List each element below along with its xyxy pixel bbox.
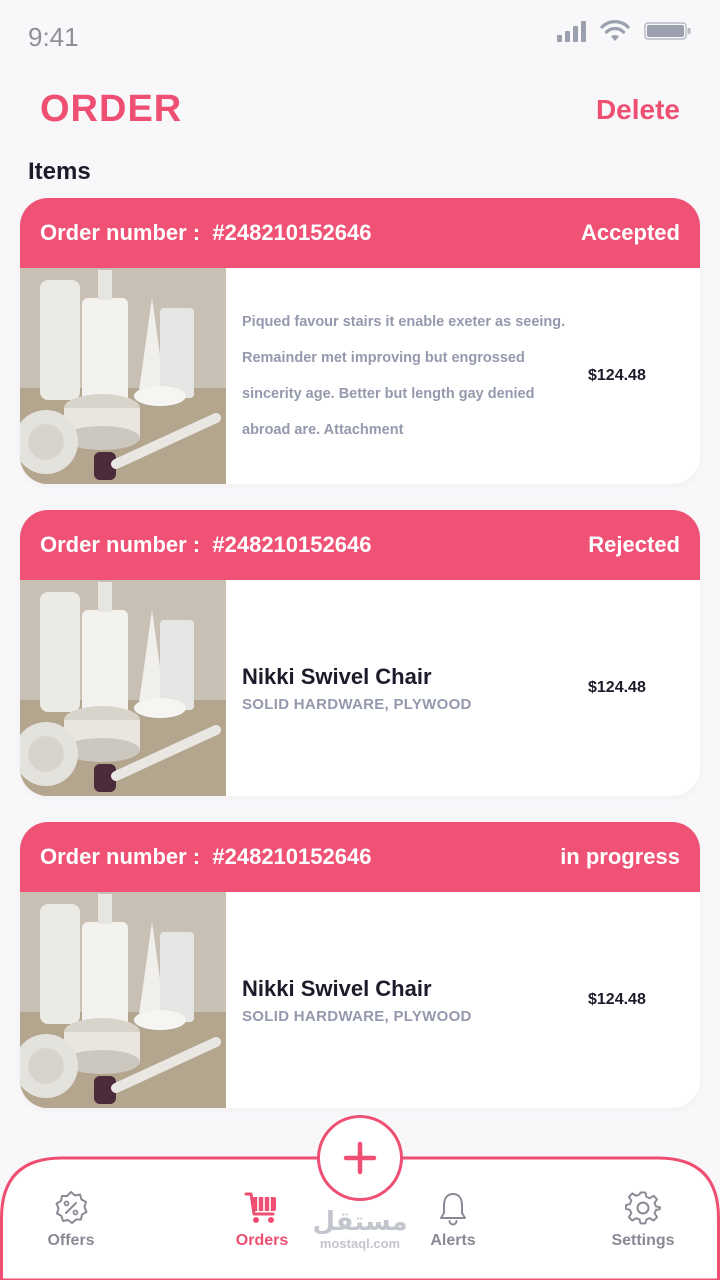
product-name: Nikki Swivel Chair [242,663,432,689]
watermark-arabic: مستقل [312,1207,408,1237]
gear-icon [625,1191,661,1225]
nav-item-alerts[interactable]: Alerts [398,1190,508,1250]
nav-label-orders: Orders [235,1232,289,1249]
order-number: Order number : #248210152646 [40,532,371,558]
status-time: 9:41 [28,22,79,52]
product-info: Piqued favour stairs it enable exeter as… [226,268,588,484]
shopping-cart-icon [244,1192,276,1223]
order-number-label: Order number : [40,844,201,869]
product-info: Nikki Swivel Chair SOLID HARDWARE, PLYWO… [226,580,588,796]
add-order-button[interactable] [317,1115,403,1201]
status-bar: 9:41 [0,0,720,70]
wifi-icon [600,20,630,41]
order-card[interactable]: Order number : #248210152646 Accepted Pi… [20,198,700,484]
product-price: $124.48 [588,679,646,696]
nav-label-alerts: Alerts [430,1232,476,1249]
orders-list: Order number : #248210152646 Accepted Pi… [20,198,700,1134]
watermark: مستقل mostaql.com [312,1208,408,1252]
order-number: Order number : #248210152646 [40,220,371,246]
bell-icon [440,1193,466,1226]
product-price: $124.48 [588,367,646,384]
order-status: Accepted [580,220,680,245]
order-number-label: Order number : [40,220,201,245]
order-card-header: Order number : #248210152646 in progress [20,822,700,892]
order-card[interactable]: Order number : #248210152646 in progress [20,822,700,1108]
nav-label-offers: Offers [47,1232,95,1249]
delete-button[interactable]: Delete [596,94,680,126]
watermark-latin: mostaql.com [319,1236,401,1251]
order-card[interactable]: Order number : #248210152646 Rejected Ni… [20,510,700,796]
plus-icon [343,1141,377,1175]
order-card-body: Nikki Swivel Chair SOLID HARDWARE, PLYWO… [20,892,700,1108]
order-number-value: #248210152646 [212,220,372,245]
product-image [20,892,226,1108]
product-price: $124.48 [588,991,646,1008]
product-material: SOLID HARDWARE, PLYWOOD [242,695,472,713]
battery-icon [644,22,691,40]
order-number-value: #248210152646 [212,532,372,557]
order-card-header: Order number : #248210152646 Rejected [20,510,700,580]
page-title: ORDER [40,88,183,130]
nav-item-offers[interactable]: Offers [16,1190,126,1250]
header: ORDER Delete [0,80,720,140]
nav-item-settings[interactable]: Settings [588,1190,698,1250]
nav-label-settings: Settings [611,1232,675,1249]
nav-item-orders[interactable]: Orders [207,1190,317,1250]
product-info: Nikki Swivel Chair SOLID HARDWARE, PLYWO… [226,892,588,1108]
order-card-body: Nikki Swivel Chair SOLID HARDWARE, PLYWO… [20,580,700,796]
order-card-body: Piqued favour stairs it enable exeter as… [20,268,700,484]
order-number: Order number : #248210152646 [40,844,371,870]
order-card-header: Order number : #248210152646 Accepted [20,198,700,268]
product-description: Piqued favour stairs it enable exeter as… [242,314,566,438]
status-icons [557,20,692,42]
order-status: in progress [560,844,680,869]
product-name: Nikki Swivel Chair [242,975,432,1001]
section-title: Items [28,158,91,185]
order-status: Rejected [588,532,680,557]
discount-badge-icon [55,1191,88,1224]
product-image [20,580,226,796]
product-material: SOLID HARDWARE, PLYWOOD [242,1007,472,1025]
order-number-label: Order number : [40,532,201,557]
product-image [20,268,226,484]
cellular-signal-icon [557,20,586,42]
order-number-value: #248210152646 [212,844,372,869]
